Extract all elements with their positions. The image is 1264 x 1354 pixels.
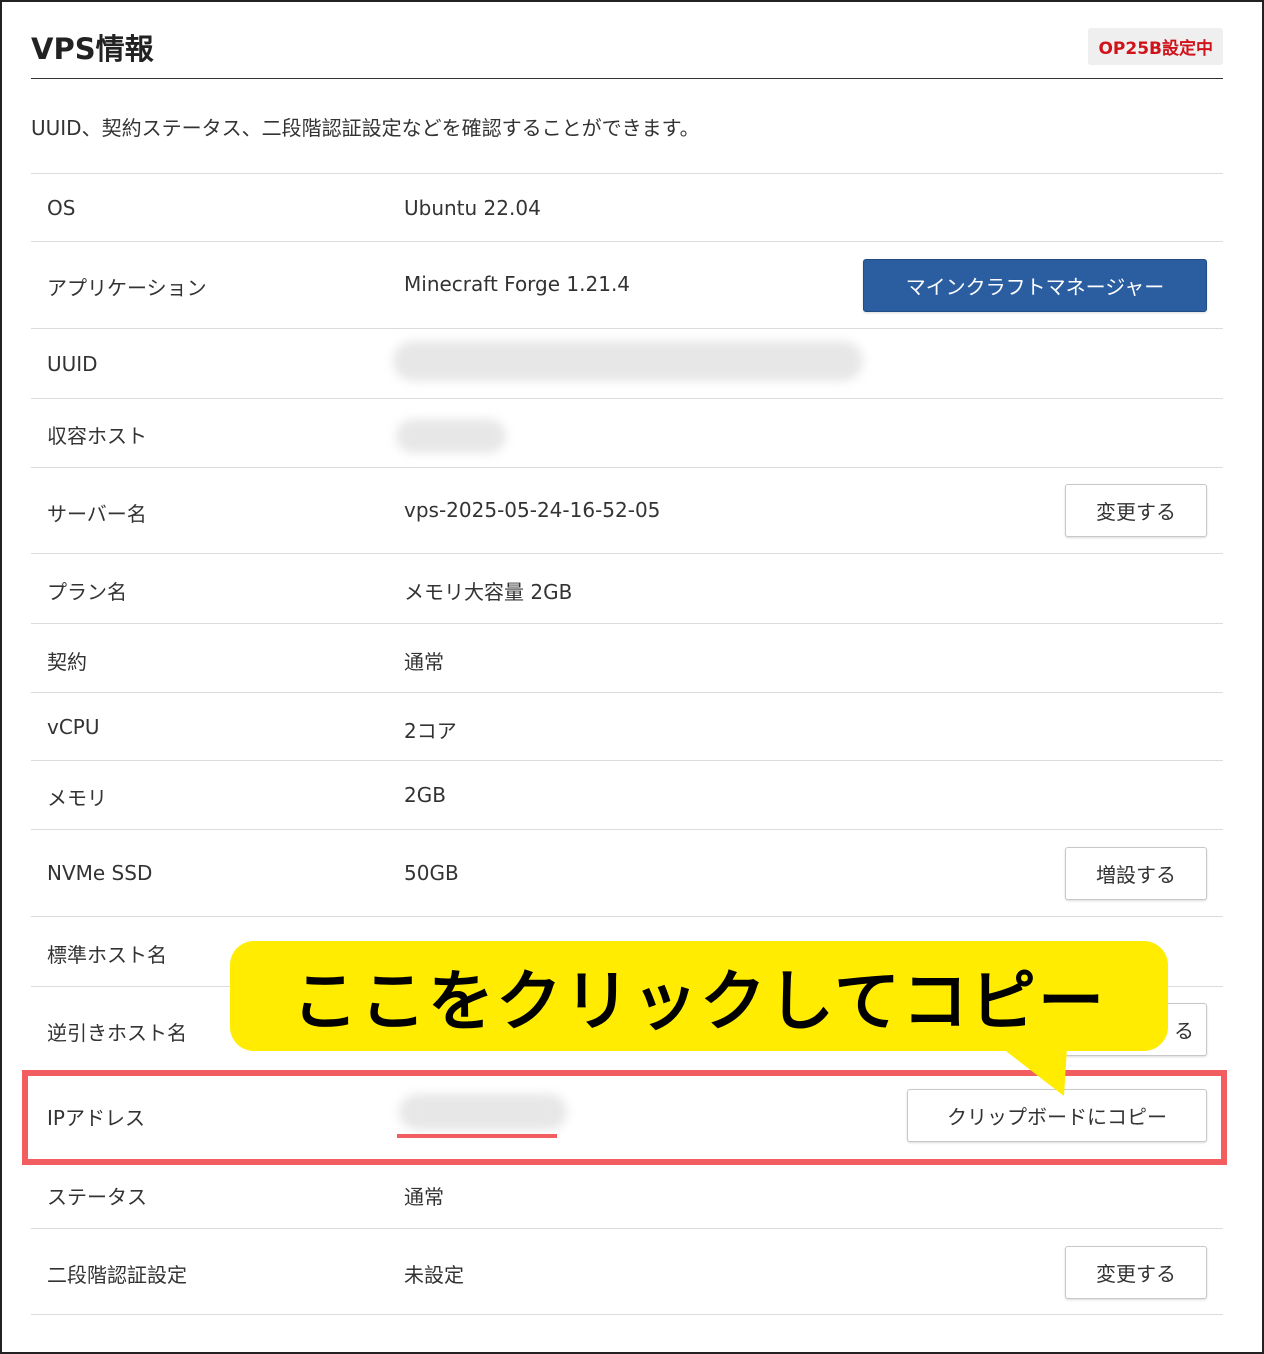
redacted-host (396, 419, 506, 453)
row-label: OS (47, 196, 76, 220)
table-row-status: ステータス 通常 (31, 1157, 1223, 1228)
table-row-uuid: UUID (31, 328, 1223, 398)
row-value: 通常 (404, 1185, 444, 1209)
row-value: メモリ大容量 2GB (404, 580, 573, 604)
table-row-contract: 契約 通常 (31, 623, 1223, 692)
minecraft-manager-button[interactable]: マインクラフトマネージャー (863, 259, 1207, 312)
row-label: vCPU (47, 715, 100, 739)
table-row-plan: プラン名 メモリ大容量 2GB (31, 553, 1223, 623)
row-value: Ubuntu 22.04 (404, 196, 541, 220)
row-label: 標準ホスト名 (47, 943, 167, 967)
row-label: アプリケーション (47, 276, 207, 300)
redacted-uuid (393, 341, 863, 381)
section-header: VPS情報 OP25B設定中 (31, 20, 1223, 79)
row-label: 逆引きホスト名 (47, 1021, 187, 1045)
expand-ssd-button[interactable]: 増設する (1065, 847, 1207, 900)
table-row-2fa: 二段階認証設定 未設定 変更する (31, 1228, 1223, 1315)
row-label: 契約 (47, 650, 87, 674)
row-value: 未設定 (404, 1263, 464, 1287)
row-value: 通常 (404, 650, 444, 674)
table-row-vcpu: vCPU 2コア (31, 692, 1223, 760)
page-title: VPS情報 (31, 32, 154, 66)
table-row-application: アプリケーション Minecraft Forge 1.21.4 マインクラフトマ… (31, 241, 1223, 328)
ip-underline (397, 1134, 557, 1138)
table-row-host: 収容ホスト (31, 398, 1223, 467)
section-description: UUID、契約ステータス、二段階認証設定などを確認することができます。 (31, 116, 700, 140)
op25b-badge: OP25B設定中 (1088, 28, 1223, 65)
change-server-name-button[interactable]: 変更する (1065, 484, 1207, 537)
row-label: NVMe SSD (47, 861, 153, 885)
row-label: UUID (47, 352, 98, 376)
row-value: 50GB (404, 861, 459, 885)
row-value: 2コア (404, 719, 457, 743)
callout-tail (1002, 1048, 1067, 1096)
row-label: メモリ (47, 786, 107, 810)
row-value: 2GB (404, 783, 446, 807)
row-label: 収容ホスト (47, 424, 147, 448)
table-row-ssd: NVMe SSD 50GB 増設する (31, 829, 1223, 916)
row-label: ステータス (47, 1185, 147, 1209)
row-label: 二段階認証設定 (47, 1263, 187, 1287)
callout-annotation: ここをクリックしてコピー (230, 941, 1168, 1051)
row-value: Minecraft Forge 1.21.4 (404, 272, 631, 296)
row-label: サーバー名 (47, 502, 147, 526)
table-row-server-name: サーバー名 vps-2025-05-24-16-52-05 変更する (31, 467, 1223, 553)
table-row-memory: メモリ 2GB (31, 760, 1223, 829)
change-2fa-button[interactable]: 変更する (1065, 1246, 1207, 1299)
table-row-os: OS Ubuntu 22.04 (31, 173, 1223, 241)
row-label: プラン名 (47, 580, 127, 604)
row-value: vps-2025-05-24-16-52-05 (404, 498, 661, 522)
